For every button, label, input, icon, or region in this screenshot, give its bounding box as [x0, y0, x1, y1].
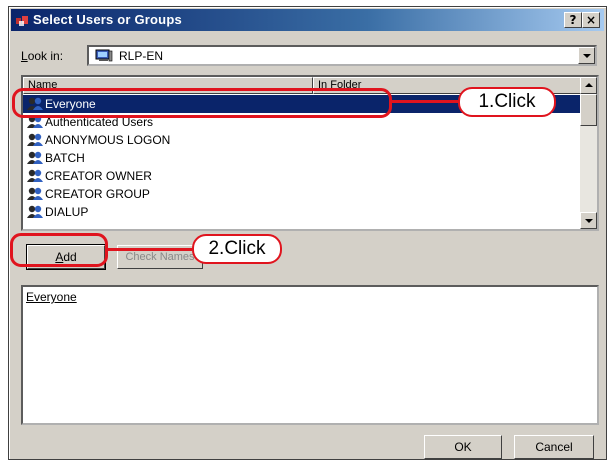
list-item-label: BATCH: [45, 151, 85, 165]
list-item-label: DIALUP: [45, 205, 89, 219]
list-item[interactable]: BATCH: [23, 149, 581, 167]
scroll-down-arrow-icon[interactable]: [580, 212, 597, 229]
group-icon: [26, 204, 44, 219]
help-button[interactable]: ?: [564, 12, 582, 28]
cancel-button[interactable]: Cancel: [514, 435, 594, 459]
list-item-label: CREATOR GROUP: [45, 187, 150, 201]
dialog-title: Select Users or Groups: [33, 12, 182, 27]
dropdown-arrow-icon[interactable]: [578, 47, 595, 64]
list-item[interactable]: CREATOR GROUP: [23, 185, 581, 203]
list-item-label: ANONYMOUS LOGON: [45, 133, 171, 147]
list-item[interactable]: ANONYMOUS LOGON: [23, 131, 581, 149]
annotation-ring-add: [10, 233, 108, 267]
list-item[interactable]: CREATOR OWNER: [23, 167, 581, 185]
close-button[interactable]: ×: [582, 12, 600, 28]
scroll-up-arrow-icon[interactable]: [580, 77, 597, 94]
look-in-value: RLP-EN: [119, 49, 164, 63]
list-item-label: CREATOR OWNER: [45, 169, 152, 183]
look-in-combobox[interactable]: RLP-EN: [87, 45, 597, 66]
scroll-thumb[interactable]: [580, 94, 597, 126]
annotation-ring-everyone: [12, 88, 392, 118]
annotation-connector-1: [392, 100, 458, 103]
title-bar[interactable]: Select Users or Groups ? ×: [11, 9, 604, 31]
group-icon: [26, 150, 44, 165]
users-icon: [16, 16, 28, 26]
list-item[interactable]: DIALUP: [23, 203, 581, 221]
look-in-label: Look in:: [21, 49, 64, 63]
group-icon: [26, 186, 44, 201]
group-icon: [26, 168, 44, 183]
ok-button[interactable]: OK: [424, 435, 502, 459]
annotation-connector-2: [108, 248, 192, 251]
vertical-scrollbar[interactable]: [580, 77, 597, 229]
group-icon: [26, 132, 44, 147]
annotation-callout-step2: 2.Click: [192, 234, 282, 264]
added-name-item[interactable]: Everyone: [26, 290, 77, 304]
annotation-callout-step1: 1.Click: [458, 87, 556, 117]
server-icon: [95, 49, 113, 62]
added-names-box[interactable]: Everyone: [21, 285, 599, 425]
